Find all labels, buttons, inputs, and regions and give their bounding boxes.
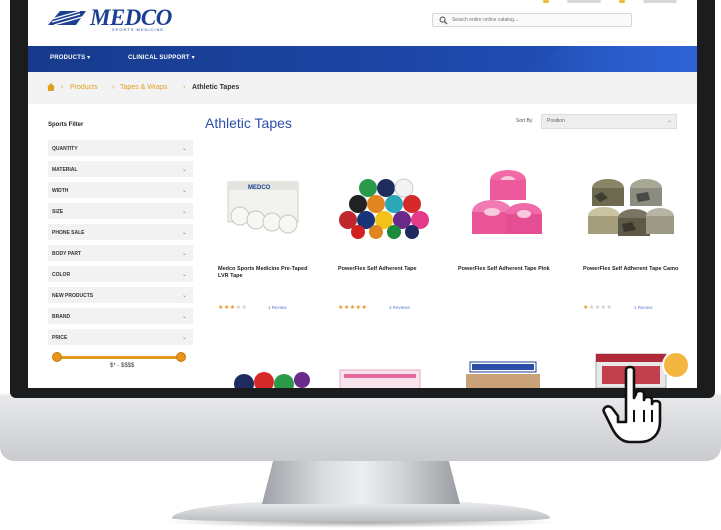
filter-row-width[interactable]: WIDTH ⌄: [48, 182, 193, 200]
sort-label: Sort By: [516, 118, 533, 124]
filter-label: NEW PRODUCTS: [52, 293, 94, 299]
filter-label: COLOR: [52, 272, 71, 278]
product-image-row2-3[interactable]: [464, 358, 564, 388]
breadcrumb-separator: ›: [183, 84, 186, 91]
price-slider-min-handle[interactable]: [52, 352, 62, 362]
filter-row-size[interactable]: SIZE ⌄: [48, 203, 193, 221]
filter-label: BRAND: [52, 314, 71, 320]
search-box[interactable]: [432, 13, 632, 27]
filter-row-material[interactable]: MATERIAL ⌄: [48, 161, 193, 179]
chevron-down-icon: ⌄: [181, 314, 187, 320]
nav-item-products[interactable]: PRODUCTS ▾: [50, 54, 90, 61]
search-input[interactable]: [451, 17, 631, 23]
chevron-down-icon: ⌄: [181, 167, 187, 173]
top-links: [543, 0, 677, 3]
hand-pointer-icon: [602, 365, 662, 444]
filter-label: WIDTH: [52, 188, 69, 194]
breadcrumb-item-products[interactable]: Products: [70, 84, 98, 91]
price-range-label: $* - $$$$: [110, 363, 135, 369]
top-link-icon[interactable]: [543, 0, 549, 3]
search-icon: [439, 16, 448, 25]
filter-label: PHONE SALE: [52, 230, 85, 236]
filter-row-body-part[interactable]: BODY PART ⌄: [48, 245, 193, 263]
browser-screen: MEDCO SPORTS MEDICINE PRODUCTS ▾ CLINICA…: [28, 0, 697, 388]
product-image-row2-2[interactable]: [334, 362, 434, 388]
chevron-down-icon: ⌄: [181, 293, 187, 299]
chevron-down-icon: ⌄: [181, 251, 187, 257]
product-name[interactable]: Medco Sports Medicine Pre-Taped LVR Tape: [218, 266, 316, 280]
product-image-row2-1[interactable]: [224, 362, 324, 388]
product-reviews-link[interactable]: 1 Review: [634, 305, 653, 310]
price-slider-max-handle[interactable]: [176, 352, 186, 362]
product-reviews-link[interactable]: 1 Review: [268, 305, 287, 310]
help-chat-button[interactable]: [664, 353, 688, 377]
breadcrumb-item-current: Athletic Tapes: [192, 84, 240, 91]
product-image-powerflex-tape[interactable]: [334, 170, 434, 250]
sort-select[interactable]: Position ⌄: [541, 114, 677, 129]
filter-label: PRICE: [52, 335, 68, 341]
logo-swoosh-icon: [48, 10, 86, 26]
product-image-pretaped-tape[interactable]: MEDCO: [220, 170, 320, 250]
svg-text:MEDCO: MEDCO: [248, 185, 271, 191]
nav-item-clinical-support[interactable]: CLINICAL SUPPORT ▾: [128, 54, 195, 61]
chevron-down-icon: ⌄: [181, 230, 187, 236]
product-image-powerflex-camo[interactable]: [578, 166, 678, 246]
chevron-down-icon: ⌄: [666, 118, 672, 124]
filter-label: SIZE: [52, 209, 64, 215]
monitor-stand: [262, 458, 460, 504]
home-icon[interactable]: [46, 82, 56, 92]
filter-label: BODY PART: [52, 251, 81, 257]
product-name[interactable]: PowerFlex Self Adherent Tape Camo: [583, 266, 681, 273]
filter-row-new-products[interactable]: NEW PRODUCTS ⌄: [48, 287, 193, 305]
sort-value: Position: [547, 118, 565, 124]
logo-tagline: SPORTS MEDICINE: [112, 27, 165, 32]
chevron-down-icon: ⌄: [181, 188, 187, 194]
filter-row-brand[interactable]: BRAND ⌄: [48, 308, 193, 326]
product-rating: ★★★★★: [338, 305, 368, 311]
chevron-down-icon: ⌄: [181, 335, 187, 341]
filter-title: Sports Filter: [48, 122, 84, 128]
chevron-down-icon: ⌄: [181, 209, 187, 215]
price-slider-track[interactable]: [58, 356, 184, 359]
filter-row-quantity[interactable]: QUANTITY ⌄: [48, 140, 193, 158]
top-link-icon[interactable]: [619, 0, 625, 3]
filter-label: MATERIAL: [52, 167, 78, 173]
product-image-powerflex-pink[interactable]: [456, 166, 556, 246]
breadcrumb-separator: ›: [61, 84, 64, 91]
product-rating: ★★★★★: [583, 305, 613, 311]
monitor: MEDCO SPORTS MEDICINE PRODUCTS ▾ CLINICA…: [0, 0, 721, 530]
breadcrumb-separator: ›: [112, 84, 115, 91]
filter-row-phone-sale[interactable]: PHONE SALE ⌄: [48, 224, 193, 242]
breadcrumb-item-tapes-wraps[interactable]: Tapes & Wraps: [120, 84, 167, 91]
product-reviews-link[interactable]: 3 Reviews: [389, 305, 410, 310]
filter-row-color[interactable]: COLOR ⌄: [48, 266, 193, 284]
top-link[interactable]: [643, 0, 677, 3]
logo-text: MEDCO: [90, 5, 172, 30]
medco-logo[interactable]: MEDCO SPORTS MEDICINE: [46, 4, 172, 32]
chevron-down-icon: ⌄: [181, 272, 187, 278]
page-title: Athletic Tapes: [205, 115, 292, 131]
chevron-down-icon: ⌄: [181, 146, 187, 152]
top-link[interactable]: [567, 0, 601, 3]
product-name[interactable]: PowerFlex Self Adherent Tape: [338, 266, 436, 273]
filter-label: QUANTITY: [52, 146, 78, 152]
product-rating: ★★★★★: [218, 305, 248, 311]
product-name[interactable]: PowerFlex Self Adherent Tape Pink: [458, 266, 556, 273]
filter-row-price[interactable]: PRICE ⌄: [48, 329, 193, 347]
